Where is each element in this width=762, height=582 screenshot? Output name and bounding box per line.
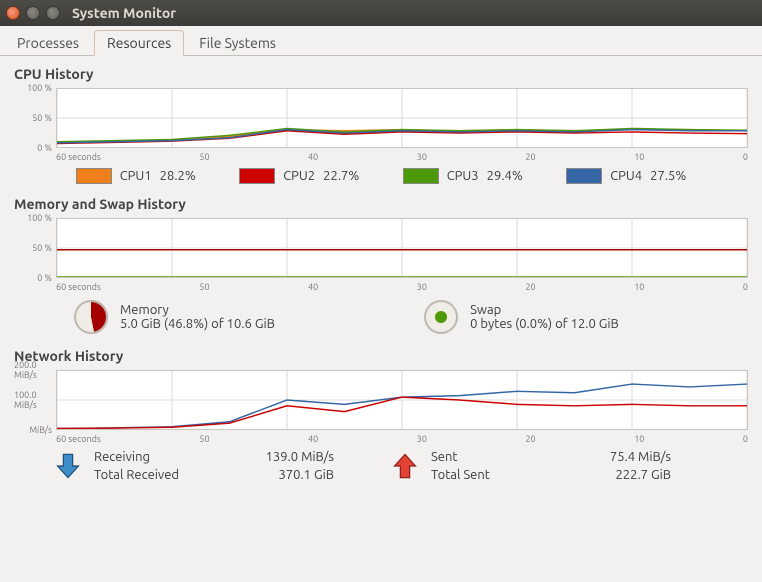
receiving-block: Receiving 139.0 MiB/s Total Received 370…	[54, 450, 391, 482]
mem-ytick: 0 %	[37, 273, 52, 283]
net-ytick: 200.0 MiB/s	[14, 360, 52, 380]
receiving-label: Receiving	[94, 450, 214, 464]
mem-ytick: 100 %	[27, 213, 52, 223]
cpu-legend: CPU1 28.2% CPU2 22.7% CPU3 29.4% CPU4 27…	[14, 164, 748, 192]
net-x-axis: 60 seconds 50 40 30 20 10 0	[56, 432, 748, 446]
xaxis-tick: 60 seconds	[56, 282, 101, 292]
net-y-labels: 200.0 MiB/s 100.0 MiB/s MiB/s	[14, 370, 56, 430]
memory-block: Memory 5.0 GiB (46.8%) of 10.6 GiB	[74, 300, 275, 334]
cpu-ytick: 0 %	[37, 143, 52, 153]
xaxis-tick: 10	[634, 282, 644, 292]
total-received-value: 370.1 GiB	[214, 468, 334, 482]
cpu-legend-item: CPU1 28.2%	[76, 168, 196, 184]
cpu1-label: CPU1	[120, 169, 152, 183]
xaxis-tick: 0	[743, 152, 748, 162]
window-title: System Monitor	[72, 5, 176, 21]
cpu-history-title: CPU History	[14, 66, 748, 82]
xaxis-tick: 10	[634, 434, 644, 444]
cpu1-pct: 28.2%	[160, 169, 196, 183]
memory-detail: 5.0 GiB (46.8%) of 10.6 GiB	[120, 317, 275, 331]
mem-x-axis: 60 seconds 50 40 30 20 10 0	[56, 280, 748, 294]
cpu2-pct: 22.7%	[323, 169, 359, 183]
download-arrow-icon	[54, 450, 82, 482]
cpu-y-labels: 100 % 50 % 0 %	[14, 88, 56, 148]
xaxis-tick: 50	[199, 152, 209, 162]
xaxis-tick: 20	[525, 434, 535, 444]
cpu-chart-wrap: 100 % 50 % 0 %	[14, 88, 748, 148]
upload-arrow-icon	[391, 450, 419, 482]
mem-y-labels: 100 % 50 % 0 %	[14, 218, 56, 278]
xaxis-tick: 40	[308, 282, 318, 292]
cpu4-pct: 27.5%	[650, 169, 686, 183]
swap-block: Swap 0 bytes (0.0%) of 12.0 GiB	[424, 300, 619, 334]
memory-chart-wrap: 100 % 50 % 0 %	[14, 218, 748, 278]
xaxis-tick: 30	[417, 152, 427, 162]
xaxis-tick: 50	[199, 282, 209, 292]
xaxis-tick: 20	[525, 152, 535, 162]
swap-pie-icon	[424, 300, 458, 334]
tab-bar: Processes Resources File Systems	[0, 26, 762, 56]
xaxis-tick: 60 seconds	[56, 152, 101, 162]
cpu-legend-item: CPU2 22.7%	[239, 168, 359, 184]
cpu-ytick: 100 %	[27, 83, 52, 93]
xaxis-tick: 20	[525, 282, 535, 292]
mem-ytick: 50 %	[32, 243, 52, 253]
xaxis-tick: 0	[743, 282, 748, 292]
network-summary-row: Receiving 139.0 MiB/s Total Received 370…	[14, 446, 748, 490]
xaxis-tick: 50	[199, 434, 209, 444]
total-sent-label: Total Sent	[431, 468, 551, 482]
tab-resources[interactable]: Resources	[94, 30, 184, 56]
memory-chart	[56, 218, 748, 278]
cpu4-swatch[interactable]	[566, 168, 602, 184]
cpu3-pct: 29.4%	[487, 169, 523, 183]
close-icon[interactable]	[6, 6, 20, 20]
net-ytick: MiB/s	[29, 425, 52, 435]
xaxis-tick: 40	[308, 434, 318, 444]
xaxis-tick: 30	[417, 434, 427, 444]
xaxis-tick: 0	[743, 434, 748, 444]
xaxis-tick: 30	[417, 282, 427, 292]
network-chart-wrap: 200.0 MiB/s 100.0 MiB/s MiB/s	[14, 370, 748, 430]
tab-processes[interactable]: Processes	[4, 30, 92, 55]
cpu-legend-item: CPU4 27.5%	[566, 168, 686, 184]
tab-file-systems[interactable]: File Systems	[186, 30, 289, 55]
cpu2-swatch[interactable]	[239, 168, 275, 184]
maximize-icon[interactable]	[46, 6, 60, 20]
cpu2-label: CPU2	[283, 169, 315, 183]
sent-label: Sent	[431, 450, 551, 464]
network-history-title: Network History	[14, 348, 748, 364]
memory-label: Memory	[120, 303, 275, 317]
cpu-ytick: 50 %	[32, 113, 52, 123]
xaxis-tick: 40	[308, 152, 318, 162]
receiving-rate: 139.0 MiB/s	[214, 450, 334, 464]
cpu-chart	[56, 88, 748, 148]
sent-block: Sent 75.4 MiB/s Total Sent 222.7 GiB	[391, 450, 728, 482]
minimize-icon[interactable]	[26, 6, 40, 20]
cpu3-label: CPU3	[447, 169, 479, 183]
sent-rate: 75.4 MiB/s	[551, 450, 671, 464]
memory-summary-row: Memory 5.0 GiB (46.8%) of 10.6 GiB Swap …	[14, 294, 748, 344]
content-area: CPU History 100 % 50 % 0 % 60 seconds 50…	[0, 56, 762, 496]
xaxis-tick: 60 seconds	[56, 434, 101, 444]
network-chart	[56, 370, 748, 430]
cpu-x-axis: 60 seconds 50 40 30 20 10 0	[56, 150, 748, 164]
memory-pie-icon	[74, 300, 108, 334]
xaxis-tick: 10	[634, 152, 644, 162]
memory-history-title: Memory and Swap History	[14, 196, 748, 212]
swap-detail: 0 bytes (0.0%) of 12.0 GiB	[470, 317, 619, 331]
cpu4-label: CPU4	[610, 169, 642, 183]
cpu3-swatch[interactable]	[403, 168, 439, 184]
titlebar: System Monitor	[0, 0, 762, 26]
cpu-legend-item: CPU3 29.4%	[403, 168, 523, 184]
total-received-label: Total Received	[94, 468, 214, 482]
total-sent-value: 222.7 GiB	[551, 468, 671, 482]
net-ytick: 100.0 MiB/s	[14, 390, 52, 410]
swap-label: Swap	[470, 303, 619, 317]
cpu1-swatch[interactable]	[76, 168, 112, 184]
